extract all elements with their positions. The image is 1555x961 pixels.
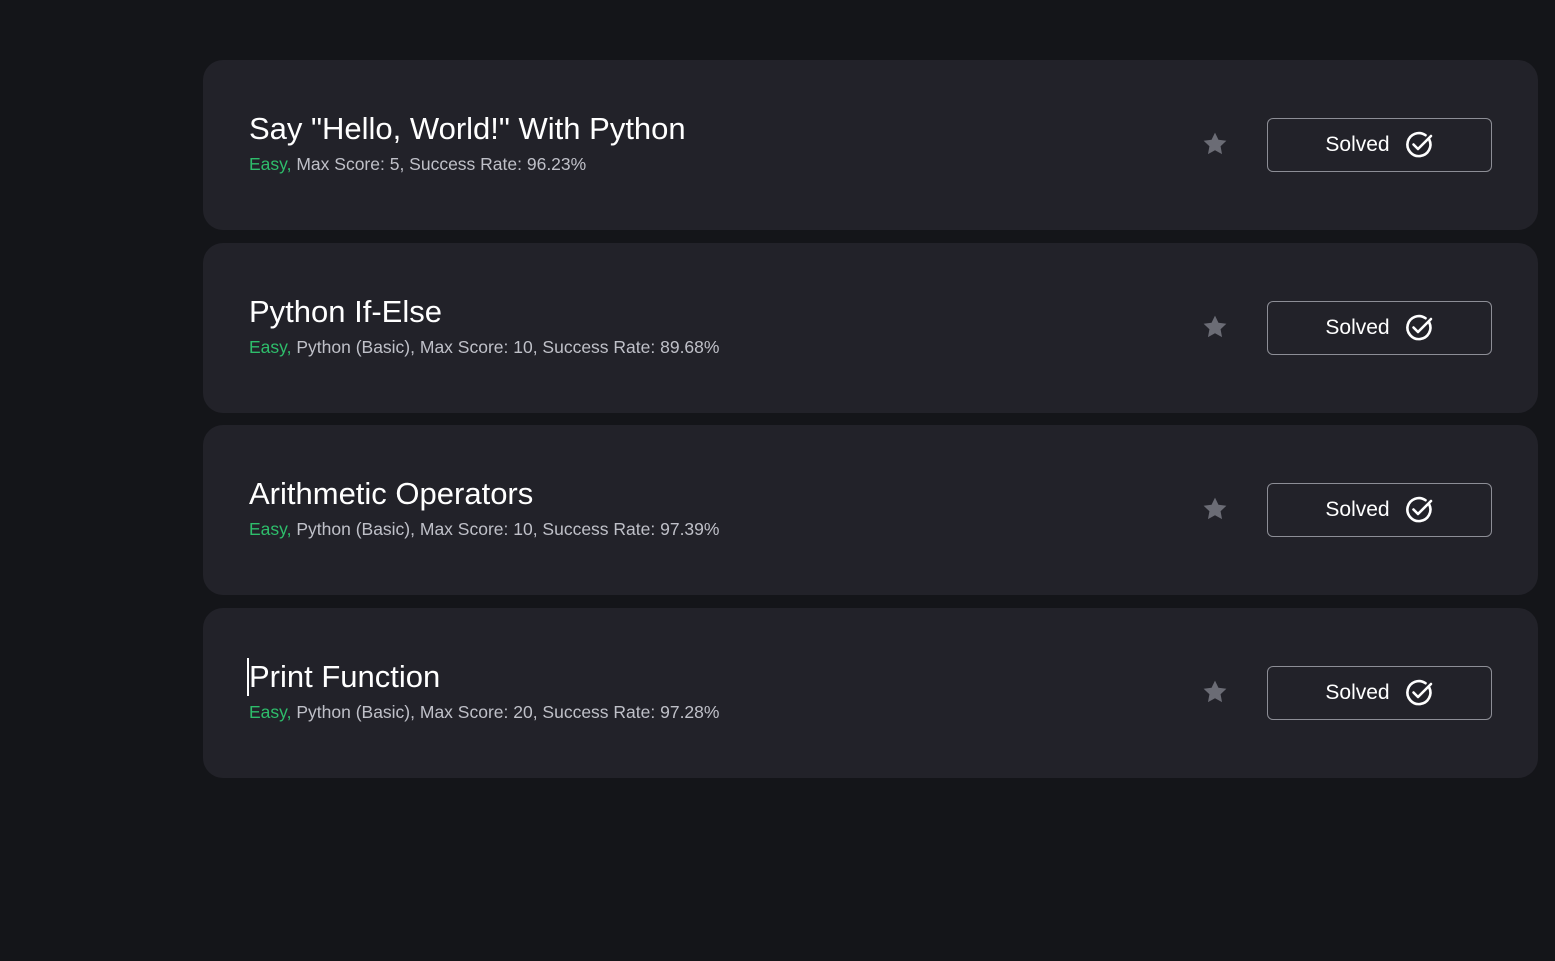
challenge-info: Print Function Easy, Python (Basic), Max…: [247, 657, 719, 724]
challenge-details: Python (Basic), Max Score: 10, Success R…: [296, 519, 720, 539]
difficulty-label: Easy,: [249, 701, 292, 722]
challenge-list: Say "Hello, World!" With Python Easy, Ma…: [203, 60, 1538, 790]
challenge-meta: Easy, Python (Basic), Max Score: 20, Suc…: [249, 700, 719, 724]
star-icon[interactable]: [1201, 678, 1229, 706]
challenge-details: Python (Basic), Max Score: 10, Success R…: [296, 336, 720, 357]
check-circle-icon: [1405, 314, 1432, 340]
solved-button-label: Solved: [1325, 498, 1390, 521]
solved-button[interactable]: Solved: [1267, 665, 1492, 720]
solved-button-label: Solved: [1325, 133, 1390, 156]
star-icon[interactable]: [1201, 130, 1229, 158]
difficulty-label: Easy,: [249, 154, 292, 174]
challenge-details: Python (Basic), Max Score: 20, Success R…: [296, 701, 720, 722]
check-circle-icon: [1405, 679, 1432, 705]
challenge-meta: Easy, Python (Basic), Max Score: 10, Suc…: [249, 335, 719, 359]
challenge-title[interactable]: Say "Hello, World!" With Python: [249, 110, 686, 148]
solved-button[interactable]: Solved: [1267, 300, 1492, 355]
solved-button[interactable]: Solved: [1267, 483, 1492, 537]
challenge-card[interactable]: Print Function Easy, Python (Basic), Max…: [203, 607, 1538, 778]
challenge-details: Max Score: 5, Success Rate: 96.23%: [296, 154, 587, 174]
challenge-title[interactable]: Python If-Else: [249, 293, 719, 331]
challenge-info: Say "Hello, World!" With Python Easy, Ma…: [249, 110, 686, 176]
challenge-meta: Easy, Python (Basic), Max Score: 10, Suc…: [249, 517, 719, 541]
check-circle-icon: [1405, 496, 1432, 523]
solved-button-label: Solved: [1325, 680, 1390, 704]
challenge-title[interactable]: Print Function: [247, 657, 719, 696]
solved-button-label: Solved: [1325, 315, 1390, 339]
star-icon[interactable]: [1201, 495, 1229, 523]
check-circle-icon: [1405, 131, 1432, 158]
solved-button[interactable]: Solved: [1267, 118, 1492, 172]
challenge-info: Arithmetic Operators Easy, Python (Basic…: [249, 475, 719, 541]
difficulty-label: Easy,: [249, 519, 292, 539]
challenge-info: Python If-Else Easy, Python (Basic), Max…: [249, 293, 719, 359]
difficulty-label: Easy,: [249, 336, 292, 357]
challenge-card[interactable]: Say "Hello, World!" With Python Easy, Ma…: [203, 60, 1538, 230]
challenge-meta: Easy, Max Score: 5, Success Rate: 96.23%: [249, 152, 686, 176]
challenge-card[interactable]: Arithmetic Operators Easy, Python (Basic…: [203, 425, 1538, 595]
challenge-card[interactable]: Python If-Else Easy, Python (Basic), Max…: [203, 242, 1538, 413]
challenge-title[interactable]: Arithmetic Operators: [249, 475, 719, 513]
star-icon[interactable]: [1201, 313, 1229, 341]
